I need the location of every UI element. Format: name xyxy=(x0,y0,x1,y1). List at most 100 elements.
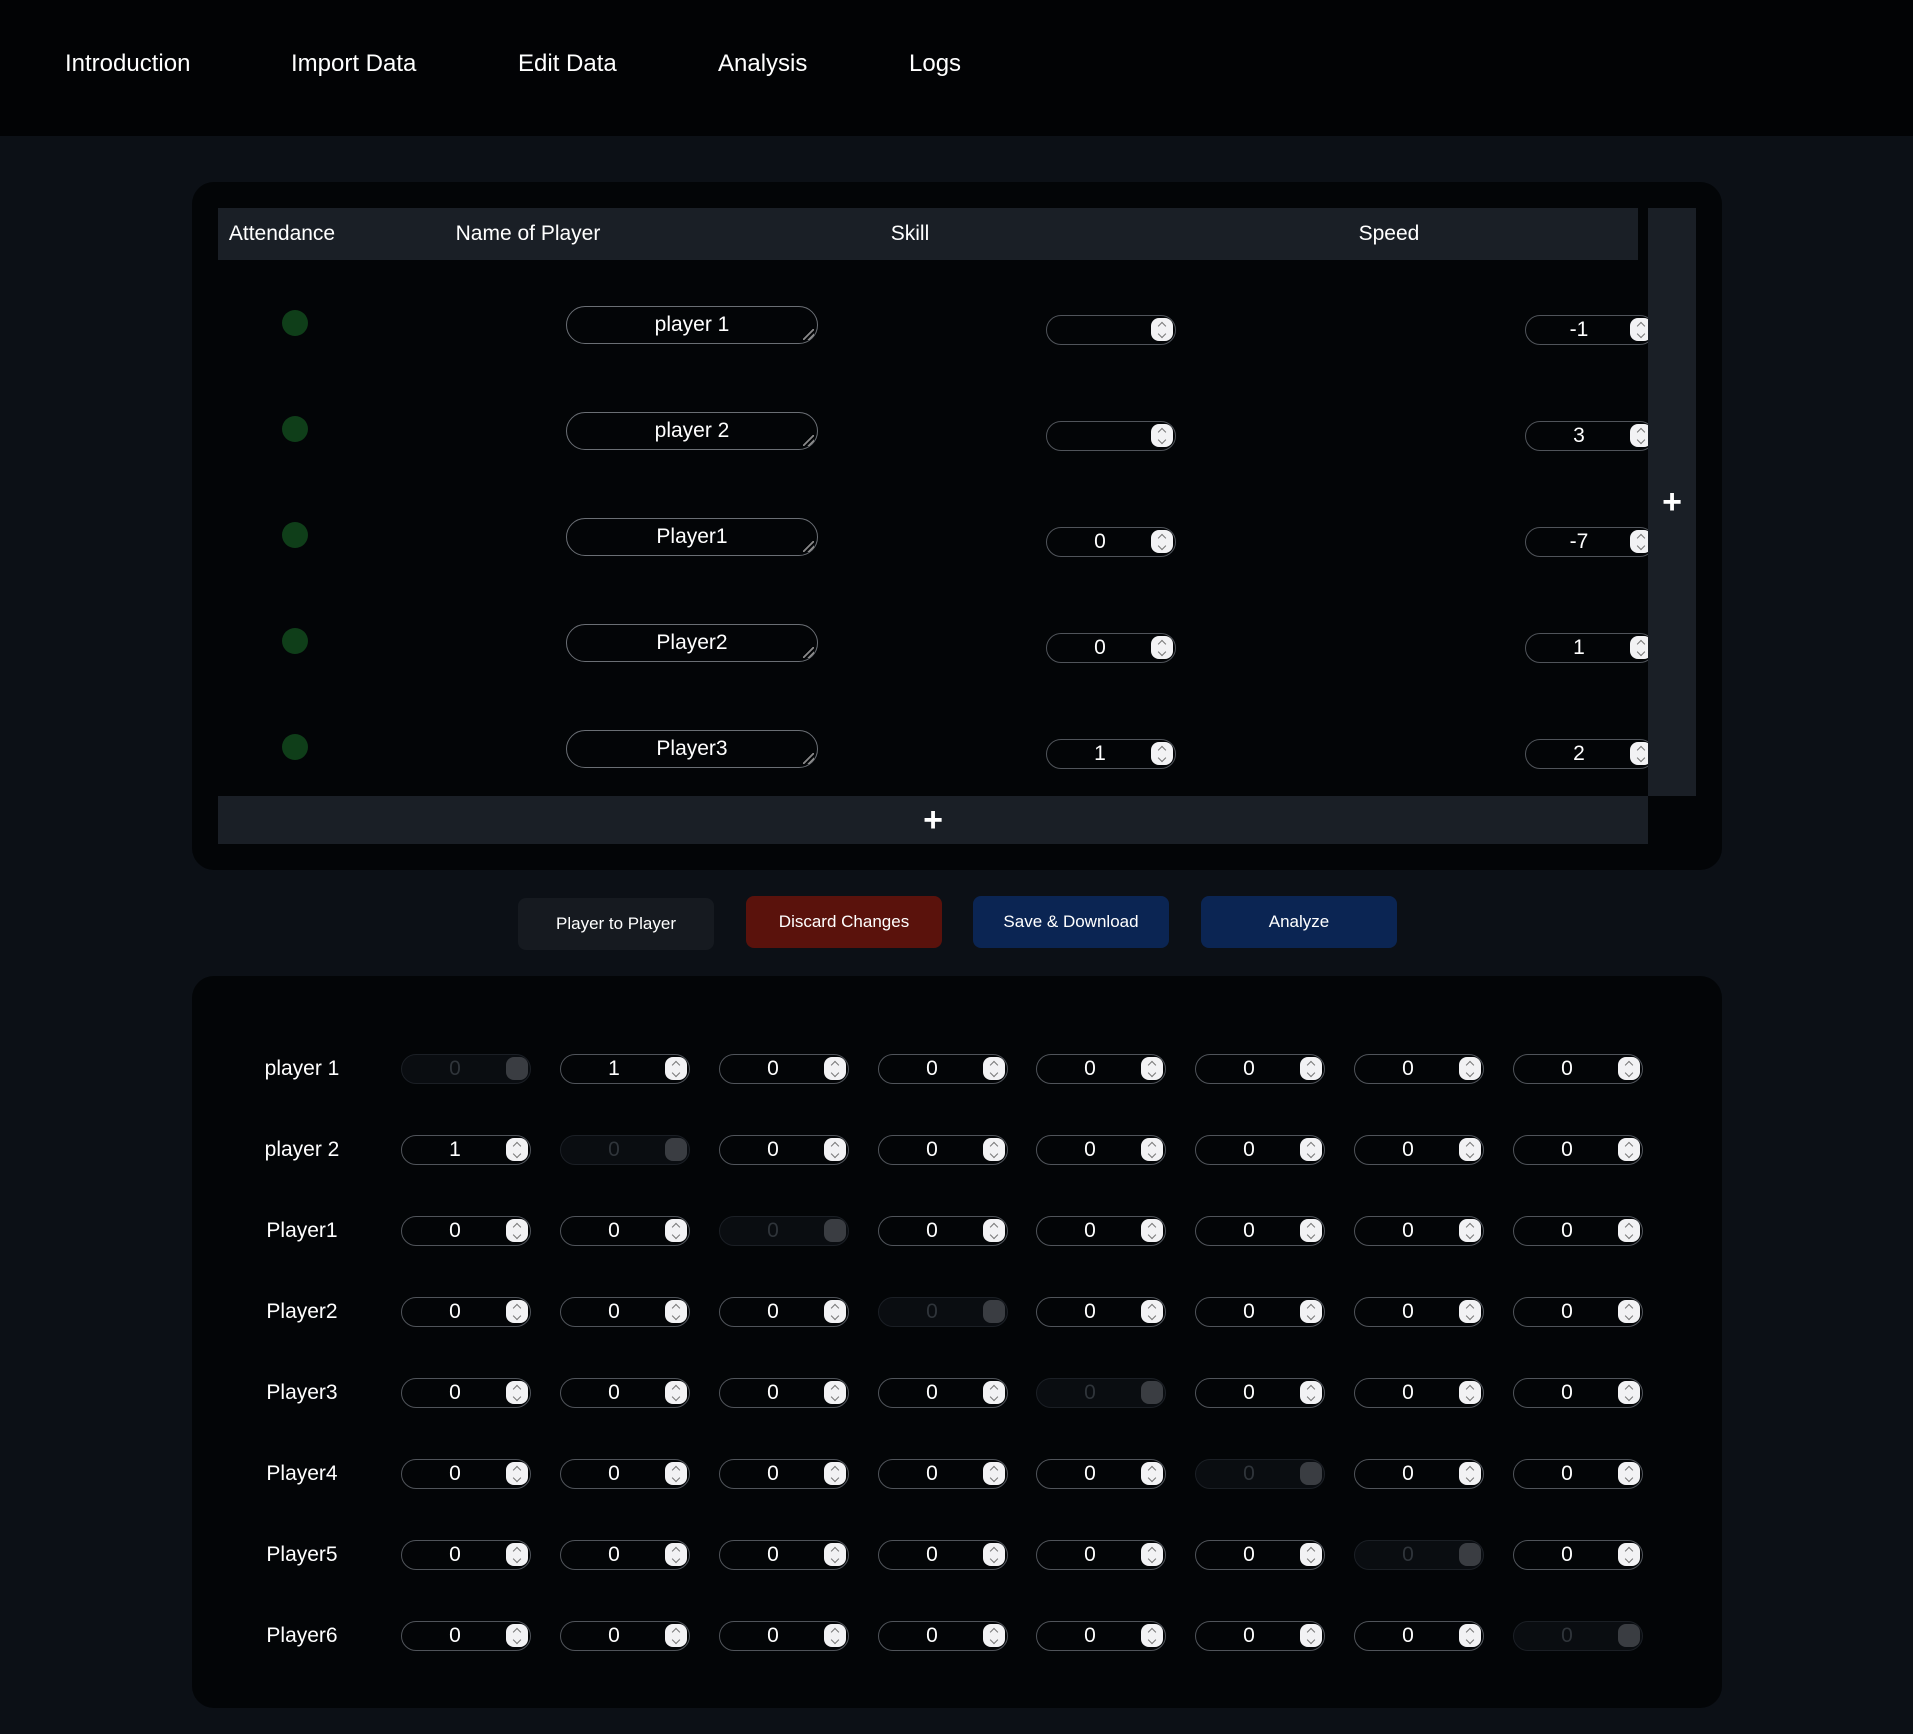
matrix-cell-input[interactable]: 0 xyxy=(1513,1054,1643,1084)
spinner-arrows-icon[interactable] xyxy=(983,1624,1005,1647)
skill-input[interactable] xyxy=(1046,421,1176,451)
attendance-toggle[interactable] xyxy=(282,628,308,654)
spinner-arrows-icon[interactable] xyxy=(665,1624,687,1647)
spinner-arrows-icon[interactable] xyxy=(983,1543,1005,1566)
matrix-cell-input[interactable]: 0 xyxy=(401,1378,531,1408)
spinner-arrows-icon[interactable] xyxy=(824,1462,846,1485)
spinner-arrows-icon[interactable] xyxy=(665,1462,687,1485)
player-name-input[interactable]: Player2 xyxy=(566,624,818,662)
matrix-cell-input[interactable]: 0 xyxy=(401,1540,531,1570)
spinner-arrows-icon[interactable] xyxy=(1151,742,1173,765)
matrix-cell-input[interactable]: 0 xyxy=(401,1459,531,1489)
matrix-cell-input[interactable]: 0 xyxy=(1354,1621,1484,1651)
spinner-arrows-icon[interactable] xyxy=(1618,1057,1640,1080)
matrix-cell-input[interactable]: 0 xyxy=(1195,1378,1325,1408)
matrix-cell-input[interactable]: 0 xyxy=(1036,1540,1166,1570)
spinner-arrows-icon[interactable] xyxy=(1618,1462,1640,1485)
speed-input[interactable]: -7 xyxy=(1525,527,1655,557)
spinner-arrows-icon[interactable] xyxy=(506,1543,528,1566)
matrix-cell-input[interactable]: 0 xyxy=(878,1459,1008,1489)
matrix-cell-input[interactable]: 0 xyxy=(1036,1459,1166,1489)
matrix-cell-input[interactable]: 0 xyxy=(1036,1297,1166,1327)
matrix-cell-input[interactable]: 0 xyxy=(560,1297,690,1327)
spinner-arrows-icon[interactable] xyxy=(506,1381,528,1404)
matrix-cell-input[interactable]: 0 xyxy=(1195,1540,1325,1570)
matrix-cell-input[interactable]: 0 xyxy=(1195,1297,1325,1327)
spinner-arrows-icon[interactable] xyxy=(1300,1624,1322,1647)
attendance-toggle[interactable] xyxy=(282,416,308,442)
spinner-arrows-icon[interactable] xyxy=(506,1300,528,1323)
spinner-arrows-icon[interactable] xyxy=(1459,1381,1481,1404)
spinner-arrows-icon[interactable] xyxy=(1151,636,1173,659)
spinner-arrows-icon[interactable] xyxy=(1459,1057,1481,1080)
nav-introduction[interactable]: Introduction xyxy=(65,50,190,78)
matrix-cell-input[interactable]: 0 xyxy=(878,1216,1008,1246)
spinner-arrows-icon[interactable] xyxy=(1618,1138,1640,1161)
player-to-player-button[interactable]: Player to Player xyxy=(518,898,714,950)
analyze-button[interactable]: Analyze xyxy=(1201,896,1397,948)
spinner-arrows-icon[interactable] xyxy=(824,1381,846,1404)
spinner-arrows-icon[interactable] xyxy=(1141,1543,1163,1566)
matrix-cell-input[interactable]: 0 xyxy=(560,1621,690,1651)
speed-input[interactable]: 2 xyxy=(1525,739,1655,769)
matrix-cell-input[interactable]: 0 xyxy=(719,1540,849,1570)
matrix-cell-input[interactable]: 0 xyxy=(1354,1297,1484,1327)
spinner-arrows-icon[interactable] xyxy=(1618,1381,1640,1404)
spinner-arrows-icon[interactable] xyxy=(1300,1138,1322,1161)
player-name-input[interactable]: Player1 xyxy=(566,518,818,556)
matrix-cell-input[interactable]: 0 xyxy=(1036,1054,1166,1084)
player-name-input[interactable]: player 1 xyxy=(566,306,818,344)
spinner-arrows-icon[interactable] xyxy=(665,1057,687,1080)
spinner-arrows-icon[interactable] xyxy=(665,1543,687,1566)
spinner-arrows-icon[interactable] xyxy=(1141,1057,1163,1080)
spinner-arrows-icon[interactable] xyxy=(824,1057,846,1080)
matrix-cell-input[interactable]: 1 xyxy=(401,1135,531,1165)
spinner-arrows-icon[interactable] xyxy=(1141,1462,1163,1485)
add-row-button[interactable]: + xyxy=(218,796,1648,844)
matrix-cell-input[interactable]: 0 xyxy=(1354,1135,1484,1165)
matrix-cell-input[interactable]: 0 xyxy=(1354,1378,1484,1408)
matrix-cell-input[interactable]: 0 xyxy=(1195,1621,1325,1651)
attendance-toggle[interactable] xyxy=(282,734,308,760)
spinner-arrows-icon[interactable] xyxy=(506,1462,528,1485)
matrix-cell-input[interactable]: 0 xyxy=(1354,1459,1484,1489)
matrix-cell-input[interactable]: 0 xyxy=(878,1054,1008,1084)
spinner-arrows-icon[interactable] xyxy=(506,1138,528,1161)
nav-logs[interactable]: Logs xyxy=(909,50,961,78)
spinner-arrows-icon[interactable] xyxy=(824,1300,846,1323)
matrix-cell-input[interactable]: 0 xyxy=(560,1216,690,1246)
spinner-arrows-icon[interactable] xyxy=(665,1381,687,1404)
matrix-cell-input[interactable]: 0 xyxy=(1036,1216,1166,1246)
matrix-cell-input[interactable]: 0 xyxy=(719,1135,849,1165)
matrix-cell-input[interactable]: 0 xyxy=(878,1540,1008,1570)
resize-grip-icon[interactable] xyxy=(803,329,814,340)
matrix-cell-input[interactable]: 0 xyxy=(1354,1054,1484,1084)
spinner-arrows-icon[interactable] xyxy=(1141,1300,1163,1323)
spinner-arrows-icon[interactable] xyxy=(1151,530,1173,553)
add-column-button[interactable]: + xyxy=(1648,208,1696,796)
spinner-arrows-icon[interactable] xyxy=(983,1219,1005,1242)
matrix-cell-input[interactable]: 0 xyxy=(560,1378,690,1408)
speed-input[interactable]: -1 xyxy=(1525,315,1655,345)
player-name-input[interactable]: Player3 xyxy=(566,730,818,768)
skill-input[interactable]: 1 xyxy=(1046,739,1176,769)
resize-grip-icon[interactable] xyxy=(803,435,814,446)
matrix-cell-input[interactable]: 0 xyxy=(878,1621,1008,1651)
spinner-arrows-icon[interactable] xyxy=(1459,1462,1481,1485)
spinner-arrows-icon[interactable] xyxy=(1141,1138,1163,1161)
matrix-cell-input[interactable]: 0 xyxy=(1195,1135,1325,1165)
matrix-cell-input[interactable]: 0 xyxy=(1195,1054,1325,1084)
matrix-cell-input[interactable]: 0 xyxy=(719,1378,849,1408)
matrix-cell-input[interactable]: 0 xyxy=(878,1135,1008,1165)
resize-grip-icon[interactable] xyxy=(803,647,814,658)
spinner-arrows-icon[interactable] xyxy=(1459,1138,1481,1161)
speed-input[interactable]: 1 xyxy=(1525,633,1655,663)
discard-changes-button[interactable]: Discard Changes xyxy=(746,896,942,948)
nav-edit-data[interactable]: Edit Data xyxy=(518,50,617,78)
matrix-cell-input[interactable]: 0 xyxy=(560,1540,690,1570)
spinner-arrows-icon[interactable] xyxy=(1300,1381,1322,1404)
spinner-arrows-icon[interactable] xyxy=(1141,1219,1163,1242)
matrix-cell-input[interactable]: 0 xyxy=(1513,1216,1643,1246)
matrix-cell-input[interactable]: 0 xyxy=(719,1297,849,1327)
save-download-button[interactable]: Save & Download xyxy=(973,896,1169,948)
